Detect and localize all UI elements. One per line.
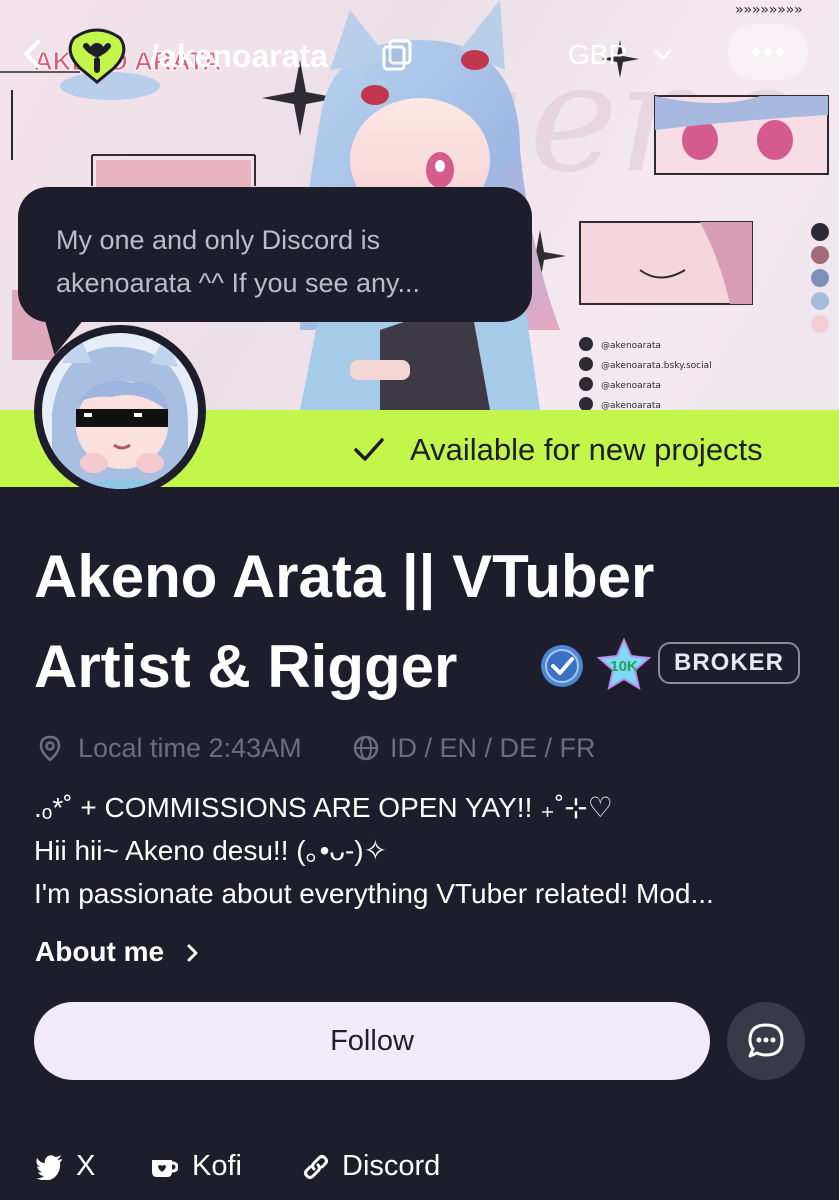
avatar-image: [42, 333, 198, 489]
currency-label: GBP: [568, 39, 628, 70]
availability-text: Available for new projects: [410, 432, 763, 467]
follow-button[interactable]: Follow: [34, 1002, 710, 1080]
avatar[interactable]: [34, 325, 206, 497]
about-me-link[interactable]: About me: [35, 930, 198, 974]
about-me-label: About me: [35, 936, 165, 967]
back-button[interactable]: [18, 34, 46, 74]
currency-selector[interactable]: GBP: [548, 30, 698, 80]
svg-text:@akenoarata.bsky.social: @akenoarata.bsky.social: [601, 361, 712, 371]
globe-icon: [353, 735, 379, 761]
svg-text:@akenoarata: @akenoarata: [601, 341, 661, 351]
profile-title-line-1: Akeno Arata || VTuber: [34, 543, 655, 610]
copy-icon: [382, 39, 412, 71]
svg-text:@akenoarata: @akenoarata: [601, 381, 661, 391]
chevron-left-icon: [24, 40, 40, 68]
status-message-line-2: akenoarata ^^ If you see any...: [56, 268, 421, 298]
link-kofi-label: Kofi: [192, 1150, 242, 1182]
link-icon: [304, 1155, 328, 1179]
status-message-bubble[interactable]: My one and only Discord is akenoarata ^^…: [18, 187, 532, 322]
ten-k-badge-icon[interactable]: 10K: [596, 638, 652, 690]
twitter-bird-icon: [36, 1155, 62, 1180]
status-message-line-1: My one and only Discord is: [56, 225, 381, 255]
message-button[interactable]: [727, 1002, 805, 1080]
location-pin-icon: [39, 735, 61, 762]
more-dots-icon: [752, 48, 784, 56]
chevron-down-icon: [654, 49, 672, 60]
more-options-button[interactable]: [728, 24, 808, 80]
vgen-logo-icon: [68, 28, 126, 84]
chat-bubble-icon: [748, 1023, 784, 1058]
profile-title-line-2: Artist & Rigger: [34, 633, 458, 700]
top-navigation-bar: /akenoarata GBP: [0, 0, 839, 110]
kofi-cup-icon: [152, 1160, 178, 1177]
vgen-logo[interactable]: [64, 26, 130, 86]
verified-badge-icon[interactable]: [538, 642, 586, 690]
ten-k-badge-label: 10K: [610, 658, 638, 675]
checkmark-icon: [354, 438, 384, 461]
languages-label: ID / EN / DE / FR: [390, 733, 596, 763]
link-x-label: X: [76, 1150, 96, 1182]
bio-line: .ₒ*˚ + COMMISSIONS ARE OPEN YAY!! ₊˚⊹♡: [34, 792, 613, 823]
profile-handle: /akenoarata: [150, 38, 328, 74]
local-time-label: Local time 2:43AM: [78, 733, 302, 763]
link-discord-label: Discord: [342, 1150, 441, 1182]
copy-handle-button[interactable]: [380, 38, 414, 72]
bio-line: I'm passionate about everything VTuber r…: [34, 878, 714, 909]
broker-badge[interactable]: BROKER: [658, 642, 801, 684]
chevron-right-icon: [187, 944, 198, 962]
bio-line: Hii hii~ Akeno desu!! (｡•ᴗ-)✧: [34, 835, 388, 866]
profile-bio: .ₒ*˚ + COMMISSIONS ARE OPEN YAY!! ₊˚⊹♡ H…: [34, 786, 794, 915]
svg-text:@akenoarata: @akenoarata: [601, 401, 661, 410]
profile-title: Akeno Arata || VTuber Artist & Rigger: [34, 532, 824, 712]
